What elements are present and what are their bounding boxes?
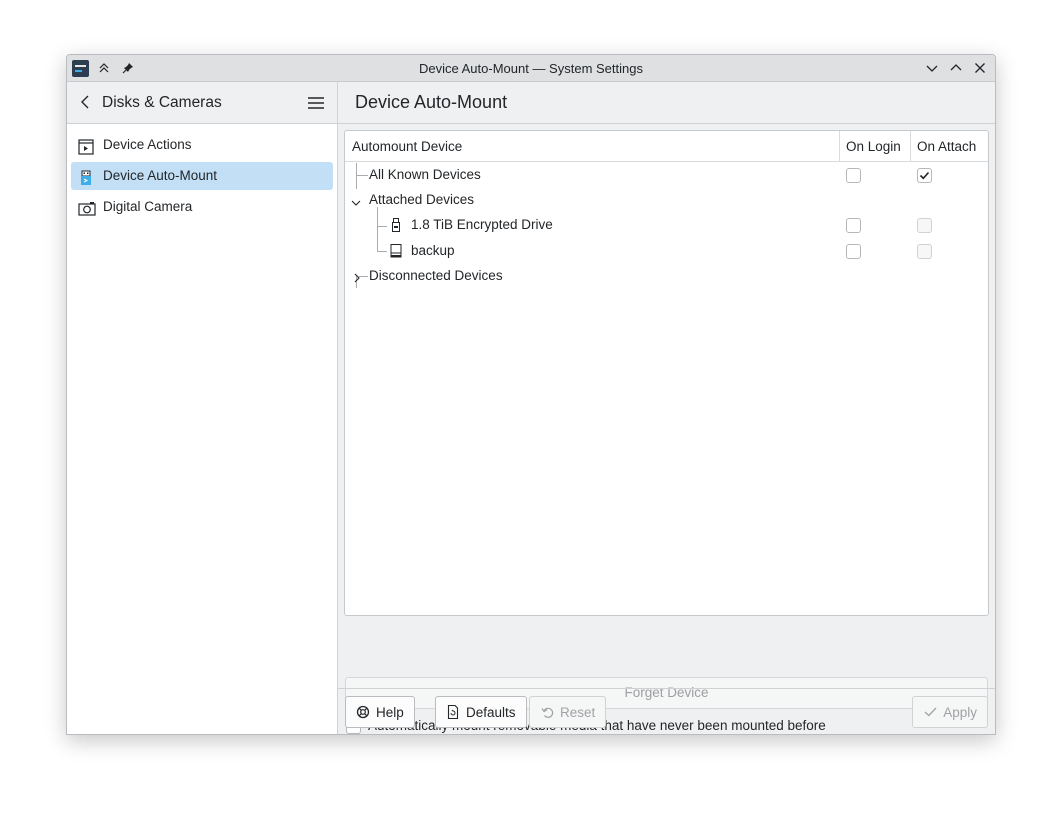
chevron-left-icon: [81, 95, 89, 109]
reset-label: Reset: [560, 704, 596, 720]
row-label: All Known Devices: [369, 167, 481, 182]
usb-drive-icon: [78, 168, 94, 185]
checkmark-icon: [923, 705, 937, 719]
tree-header: Automount Device On Login On Attach: [345, 131, 988, 162]
sidebar-item-label: Device Auto-Mount: [103, 168, 218, 183]
row-label: Disconnected Devices: [369, 268, 503, 283]
sidebar-item-label: Digital Camera: [103, 199, 193, 214]
tree-row-all-known-devices[interactable]: All Known Devices: [345, 163, 988, 188]
on-attach-checkbox[interactable]: [917, 168, 932, 183]
hard-drive-icon: [390, 244, 402, 261]
minimize-button[interactable]: [923, 59, 941, 77]
maximize-icon: [950, 64, 962, 71]
tree-row-encrypted-drive[interactable]: 1.8 TiB Encrypted Drive: [345, 213, 988, 238]
on-login-checkbox[interactable]: [846, 168, 861, 183]
column-header-on-login[interactable]: On Login: [846, 139, 901, 154]
row-label: Attached Devices: [369, 192, 475, 207]
on-login-checkbox[interactable]: [846, 244, 861, 259]
on-attach-checkbox: [917, 218, 932, 233]
sidebar-item-device-actions[interactable]: Device Actions: [71, 131, 333, 159]
chevron-down-icon[interactable]: [351, 196, 361, 206]
apply-button[interactable]: Apply: [912, 696, 988, 728]
minimize-icon: [926, 65, 938, 72]
sidebar-header: Disks & Cameras: [67, 82, 337, 124]
tree-row-disconnected-devices[interactable]: Disconnected Devices: [345, 264, 988, 289]
window-title: Device Auto-Mount — System Settings: [419, 61, 643, 76]
back-button[interactable]: [77, 93, 95, 111]
row-label: backup: [411, 243, 455, 258]
apply-label: Apply: [943, 704, 977, 720]
bottom-button-bar: Help Defaults Reset Apply: [338, 688, 995, 734]
main-panel: Device Auto-Mount Automount Device On Lo…: [338, 82, 995, 734]
column-header-on-attach[interactable]: On Attach: [917, 139, 976, 154]
help-button[interactable]: Help: [345, 696, 415, 728]
sidebar-item-device-auto-mount[interactable]: Device Auto-Mount: [71, 162, 333, 190]
row-label: 1.8 TiB Encrypted Drive: [411, 217, 553, 232]
device-tree[interactable]: Automount Device On Login On Attach All …: [344, 130, 989, 616]
main-header: Device Auto-Mount: [338, 82, 995, 124]
usb-stick-icon: [391, 218, 401, 235]
document-defaults-icon: [446, 705, 460, 719]
help-icon: [356, 705, 370, 719]
maximize-button[interactable]: [947, 59, 965, 77]
sidebar: Disks & Cameras Device Actions Device Au…: [67, 82, 338, 734]
title-bar[interactable]: Device Auto-Mount — System Settings: [67, 55, 995, 82]
page-title: Device Auto-Mount: [355, 92, 508, 112]
column-header-device[interactable]: Automount Device: [352, 139, 462, 154]
sidebar-item-digital-camera[interactable]: Digital Camera: [71, 193, 333, 221]
sidebar-item-label: Device Actions: [103, 137, 192, 152]
checkmark-icon: [919, 171, 930, 180]
reset-button[interactable]: Reset: [529, 696, 607, 728]
hamburger-icon: [308, 97, 324, 109]
defaults-label: Defaults: [466, 704, 516, 720]
undo-icon: [540, 705, 554, 719]
close-button[interactable]: [971, 59, 989, 77]
on-login-checkbox[interactable]: [846, 218, 861, 233]
sidebar-title: Disks & Cameras: [102, 94, 222, 111]
camera-icon: [78, 199, 96, 216]
on-attach-checkbox: [917, 244, 932, 259]
tree-row-backup[interactable]: backup: [345, 239, 988, 264]
defaults-button[interactable]: Defaults: [435, 696, 527, 728]
tree-row-attached-devices[interactable]: Attached Devices: [345, 188, 988, 213]
close-icon: [975, 63, 985, 73]
hamburger-menu-button[interactable]: [307, 95, 325, 111]
help-label: Help: [376, 704, 404, 720]
system-settings-window: Device Auto-Mount — System Settings Disk…: [66, 54, 996, 735]
device-actions-icon: [78, 137, 94, 155]
